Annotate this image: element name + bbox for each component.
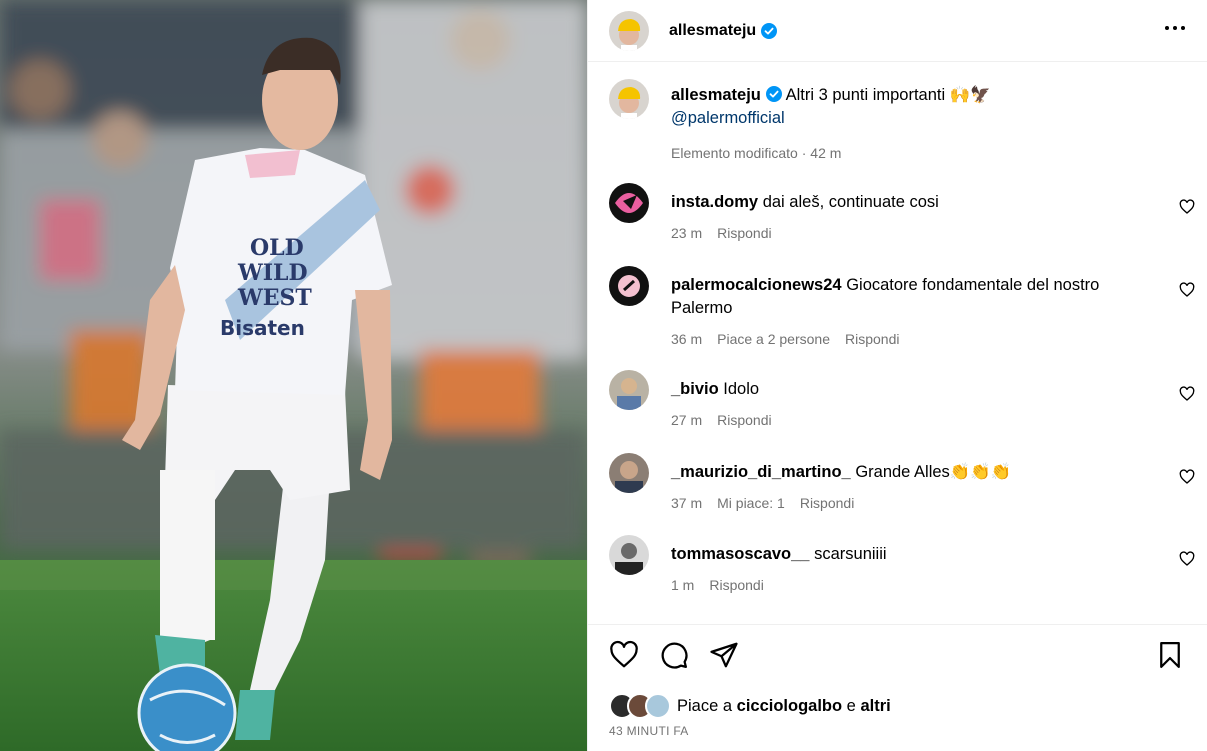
caption-mention[interactable]: @palermofficial xyxy=(671,109,785,127)
author-username[interactable]: allesmateju xyxy=(669,22,756,40)
post-caption: allesmateju Altri 3 punti importanti 🙌🦅 … xyxy=(609,79,1195,162)
likes-and: e xyxy=(846,696,856,715)
more-options-icon[interactable] xyxy=(1163,16,1187,40)
comment-row: palermocalcionews24 Giocatore fondamenta… xyxy=(609,266,1195,348)
commenter-avatar[interactable] xyxy=(609,535,649,575)
svg-text:OLD: OLD xyxy=(250,235,304,261)
comment-age: 37 m xyxy=(671,495,703,511)
comment-text: Idolo xyxy=(723,380,760,398)
caption-text: Altri 3 punti importanti xyxy=(785,86,946,104)
comment-username[interactable]: _maurizio_di_martino_ xyxy=(671,463,851,481)
post-timestamp: 43 MINUTI FA xyxy=(609,724,689,738)
comment-likes-count[interactable]: Mi piace: 1 xyxy=(717,494,785,512)
likes-summary: Piace a cicciologalbo e altri xyxy=(609,693,891,719)
comment-username[interactable]: _bivio xyxy=(671,380,719,398)
comment-username[interactable]: palermocalcionews24 xyxy=(671,276,842,294)
reply-button[interactable]: Rispondi xyxy=(800,494,854,512)
paper-plane-icon[interactable] xyxy=(709,640,741,672)
author-avatar[interactable] xyxy=(609,10,649,51)
commenter-avatar[interactable] xyxy=(609,453,649,493)
comment-age: 27 m xyxy=(671,412,703,428)
comment-heart-icon[interactable] xyxy=(1179,199,1195,215)
comment-bubble-icon[interactable] xyxy=(659,640,691,672)
caption-author-avatar[interactable] xyxy=(609,79,649,119)
comments-list[interactable]: allesmateju Altri 3 punti importanti 🙌🦅 … xyxy=(588,63,1207,625)
verified-badge-icon xyxy=(765,86,782,102)
caption-emojis: 🙌🦅 xyxy=(949,86,991,104)
post-view: OLD WILD WEST Bisaten allesmateju allesm… xyxy=(0,0,1207,751)
comment-heart-icon[interactable] xyxy=(1179,282,1195,298)
edited-label: Elemento modificato · 42 m xyxy=(671,145,842,161)
comment-heart-icon[interactable] xyxy=(1179,386,1195,402)
comment-text: dai aleš, continuate cosi xyxy=(762,193,939,211)
post-header: allesmateju xyxy=(588,0,1207,62)
comment-heart-icon[interactable] xyxy=(1179,551,1195,567)
commenter-avatar[interactable] xyxy=(609,370,649,410)
comment-row: insta.domy dai aleš, continuate cosi 23 … xyxy=(609,183,1195,242)
post-image: OLD WILD WEST Bisaten xyxy=(0,0,587,751)
action-bar xyxy=(609,640,1187,674)
reply-button[interactable]: Rispondi xyxy=(717,411,771,429)
comment-age: 1 m xyxy=(671,577,695,593)
reply-button[interactable]: Rispondi xyxy=(717,224,771,242)
comment-username[interactable]: tommasoscavo__ xyxy=(671,545,810,563)
bookmark-icon[interactable] xyxy=(1155,640,1187,672)
comment-text: scarsuniiii xyxy=(814,545,887,563)
svg-text:WEST: WEST xyxy=(237,285,312,311)
liker-avatar xyxy=(645,693,671,719)
caption-username[interactable]: allesmateju xyxy=(671,86,761,104)
likes-username[interactable]: cicciologalbo xyxy=(737,697,842,716)
svg-text:WILD: WILD xyxy=(237,260,308,286)
comment-row: tommasoscavo__ scarsuniiii 1 m Rispondi xyxy=(609,535,1195,594)
comment-text: Grande Alles👏👏👏 xyxy=(855,463,1012,481)
comment-age: 36 m xyxy=(671,331,703,347)
likes-others-link[interactable]: altri xyxy=(860,697,890,716)
liker-avatars[interactable] xyxy=(609,693,671,719)
likes-prefix: Piace a xyxy=(677,696,733,715)
comment-row: _bivio Idolo 27 m Rispondi xyxy=(609,370,1195,429)
reply-button[interactable]: Rispondi xyxy=(709,576,763,594)
comment-row: _maurizio_di_martino_ Grande Alles👏👏👏 37… xyxy=(609,453,1195,512)
comment-age: 23 m xyxy=(671,225,703,241)
comment-likes-count[interactable]: Piace a 2 persone xyxy=(717,330,830,348)
commenter-avatar[interactable] xyxy=(609,266,649,306)
post-panel: allesmateju allesmateju Altri 3 punti im… xyxy=(587,0,1207,751)
verified-badge-icon xyxy=(761,22,778,39)
post-photo[interactable]: OLD WILD WEST Bisaten xyxy=(0,0,587,751)
commenter-avatar[interactable] xyxy=(609,183,649,223)
heart-icon[interactable] xyxy=(609,640,641,672)
comment-heart-icon[interactable] xyxy=(1179,469,1195,485)
svg-text:Bisaten: Bisaten xyxy=(220,316,305,340)
comment-username[interactable]: insta.domy xyxy=(671,193,758,211)
reply-button[interactable]: Rispondi xyxy=(845,330,899,348)
